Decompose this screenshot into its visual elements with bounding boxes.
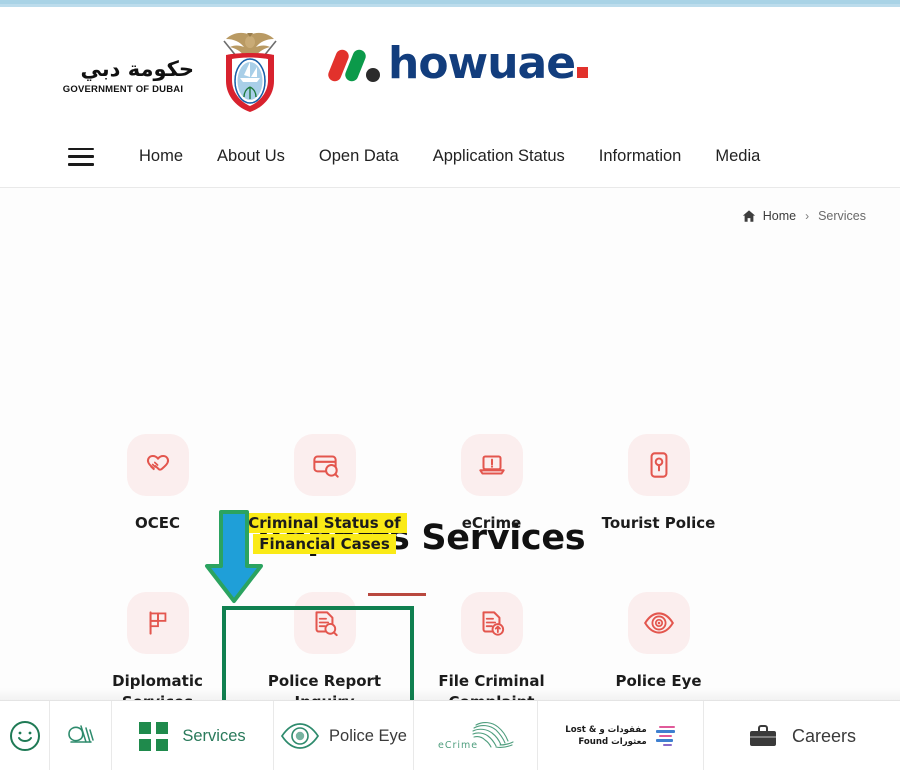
brand-word-text: howuae xyxy=(388,38,576,89)
service-icon-wrap xyxy=(126,434,189,496)
bottom-bar-item-careers[interactable]: Careers xyxy=(704,701,900,770)
service-card-ecrime[interactable]: eCrime xyxy=(408,434,575,554)
ecrime-text: eCrime xyxy=(438,740,478,751)
bottom-bar-label-police-eye: Police Eye xyxy=(329,726,407,745)
lost-found-line-1: Lost & مفقودات و xyxy=(565,724,647,736)
services-grid: OCEC Criminal Status of Financial Cases xyxy=(74,434,834,713)
brand-wordmark: howuae xyxy=(388,42,589,86)
bottom-bar-item-smiley[interactable] xyxy=(0,701,50,770)
service-label: Tourist Police xyxy=(601,514,716,532)
lost-found-line-2: Found معثورات xyxy=(565,736,647,748)
breadcrumb-separator: › xyxy=(805,209,810,223)
service-icon-wrap xyxy=(627,592,690,655)
page-content: Home › Services Reports Services OCEC Cr… xyxy=(0,188,900,770)
bottom-bar-item-ecrime[interactable]: eCrime xyxy=(414,701,538,770)
gov-logo-arabic-text: حكومة دبي xyxy=(80,57,194,81)
uae-falcon-emblem-icon xyxy=(223,32,277,112)
bottom-partner-bar: Services Police Eye eCrime Lost & مفقودا… xyxy=(0,700,900,770)
grid-square xyxy=(156,738,169,751)
site-header: حكومة دبي GOVERNMENT OF DUBAI howuae xyxy=(0,7,900,120)
service-icon-wrap xyxy=(126,592,189,655)
bottom-bar-item-arabic-logo[interactable] xyxy=(50,701,112,770)
howuae-brand-logo[interactable]: howuae xyxy=(326,38,589,90)
service-label: Criminal Status of Financial Cases xyxy=(241,513,408,554)
document-search-icon xyxy=(314,611,338,637)
bottom-bar-shadow xyxy=(0,688,900,700)
top-accent-bar-inner xyxy=(0,0,900,4)
nav-item-about-us[interactable]: About Us xyxy=(200,147,302,166)
grid-square xyxy=(139,721,152,734)
handshake-icon xyxy=(146,455,169,471)
laptop-alert-icon xyxy=(478,455,505,475)
hamburger-line xyxy=(68,147,94,151)
service-label: eCrime xyxy=(461,514,522,532)
nav-item-application-status[interactable]: Application Status xyxy=(416,147,582,166)
ecrime-fingerprint-icon: eCrime xyxy=(438,722,514,751)
blue-down-arrow-annotation xyxy=(205,510,263,603)
bottom-bar-item-lost-and-found[interactable]: Lost & مفقودات و Found معثورات xyxy=(538,701,704,770)
lost-found-ar-1: مفقودات و xyxy=(599,724,647,735)
service-icon-wrap xyxy=(460,592,523,655)
lost-bar xyxy=(655,730,675,733)
grid-square xyxy=(139,738,152,751)
grid-square xyxy=(156,721,169,734)
document-upload-icon xyxy=(481,611,504,637)
grid-icon xyxy=(139,721,169,751)
brand-end-dot xyxy=(577,67,589,78)
services-row-1: OCEC Criminal Status of Financial Cases xyxy=(74,434,834,554)
breadcrumb: Home › Services xyxy=(742,209,866,223)
service-card-tourist-police[interactable]: Tourist Police xyxy=(575,434,742,554)
hamburger-line xyxy=(68,162,94,166)
nav-item-open-data[interactable]: Open Data xyxy=(302,147,416,166)
hamburger-icon[interactable] xyxy=(68,147,94,166)
service-icon-wrap xyxy=(460,434,523,496)
bottom-bar-label-services: Services xyxy=(182,726,246,745)
breadcrumb-current[interactable]: Services xyxy=(818,209,866,223)
card-search-icon xyxy=(312,455,339,478)
top-accent-bar xyxy=(0,0,900,7)
main-navigation: Home About Us Open Data Application Stat… xyxy=(0,126,900,188)
lost-found-en-1: Lost & xyxy=(565,724,597,735)
logo-dark-dot xyxy=(366,68,380,82)
lost-found-en-2: Found xyxy=(578,737,609,747)
lost-bar xyxy=(658,725,675,729)
howuae-logo-mark-icon xyxy=(326,44,386,84)
bottom-bar-item-police-eye[interactable]: Police Eye xyxy=(274,701,414,770)
lost-bar xyxy=(658,734,672,738)
page-root: حكومة دبي GOVERNMENT OF DUBAI howuae Hom… xyxy=(0,0,900,770)
service-label-highlighted: Criminal Status of Financial Cases xyxy=(242,513,407,554)
nav-item-home[interactable]: Home xyxy=(122,147,200,166)
lost-found-text: Lost & مفقودات و Found معثورات xyxy=(565,724,647,749)
bottom-bar-item-services[interactable]: Services xyxy=(112,701,274,770)
lost-bar xyxy=(662,743,672,747)
bottom-bar-label-careers: Careers xyxy=(791,725,857,746)
nav-item-information[interactable]: Information xyxy=(582,147,699,166)
service-label: OCEC xyxy=(134,514,180,532)
eye-icon xyxy=(643,612,674,634)
arabic-calligraphy-icon xyxy=(67,725,94,743)
government-of-dubai-logo[interactable]: حكومة دبي GOVERNMENT OF DUBAI xyxy=(52,32,277,113)
service-icon-wrap xyxy=(293,434,356,496)
nav-item-media[interactable]: Media xyxy=(698,147,777,166)
hamburger-line xyxy=(68,155,94,158)
breadcrumb-home-link[interactable]: Home xyxy=(763,209,796,223)
smiley-face-icon xyxy=(9,721,40,751)
lost-found-bars-icon xyxy=(655,725,676,747)
nav-item-list: Home About Us Open Data Application Stat… xyxy=(122,147,777,166)
lost-found-ar-2: معثورات xyxy=(611,737,647,747)
flag-icon xyxy=(149,611,166,636)
briefcase-icon xyxy=(749,725,776,746)
home-icon xyxy=(742,209,756,223)
service-icon-wrap xyxy=(293,592,356,655)
service-icon-wrap xyxy=(627,434,690,496)
eye-icon xyxy=(280,723,320,749)
service-card-criminal-status-of-financial-cases[interactable]: Criminal Status of Financial Cases xyxy=(241,434,408,554)
gov-logo-english-text: GOVERNMENT OF DUBAI xyxy=(62,84,184,95)
lost-bar xyxy=(655,739,673,742)
id-badge-icon xyxy=(650,452,667,478)
lost-found-logo: Lost & مفقودات و Found معثورات xyxy=(565,724,676,749)
